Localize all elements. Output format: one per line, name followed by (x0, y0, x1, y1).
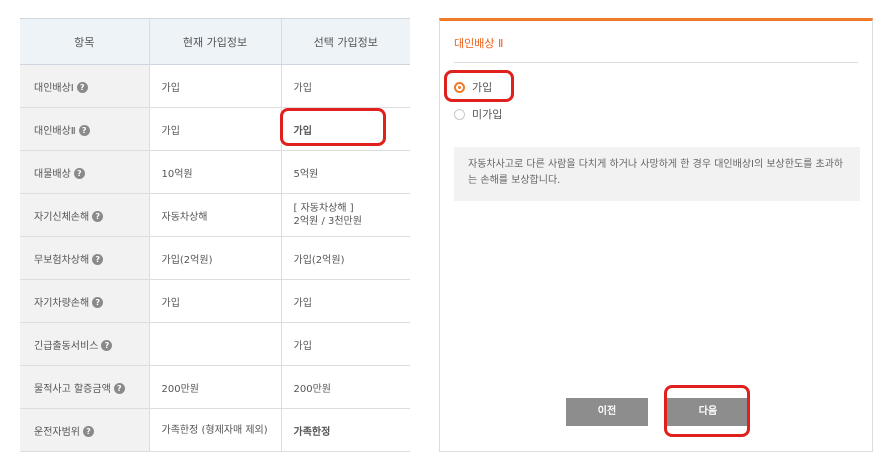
table-row: 물적사고 할증금액? 200만원 200만원 (20, 365, 410, 409)
header-item: 항목 (20, 18, 150, 65)
row-label-cell: 자기신체손해? (20, 193, 150, 237)
help-icon[interactable]: ? (73, 168, 85, 179)
help-icon[interactable]: ? (113, 383, 125, 394)
selected-value: [ 자동차상해 ] 2억원 / 3천만원 (281, 193, 410, 237)
selected-value: 가입 (281, 322, 410, 366)
row-label-cell: 대인배상Ⅰ? (20, 64, 150, 108)
help-icon[interactable]: ? (92, 254, 104, 265)
highlight-box (664, 385, 750, 437)
row-label: 대인배상Ⅱ (34, 125, 76, 137)
table-row: 무보험차상해? 가입(2억원) 가입(2억원) (20, 236, 410, 280)
current-value: 200만원 (149, 365, 282, 409)
current-value: 가입 (149, 107, 282, 151)
row-label: 긴급출동서비스 (34, 340, 99, 352)
table-row: 대물배상? 10억원 5억원 (20, 150, 410, 194)
selected-value: 가입 (281, 64, 410, 108)
table-row: 대인배상Ⅰ? 가입 가입 (20, 64, 410, 108)
header-selected: 선택 가입정보 (281, 18, 410, 65)
row-label: 자기차량손해 (34, 297, 90, 309)
table-row: 운전자범위? 가족한정 (형제자매 제외) 가족한정 (20, 408, 410, 452)
help-icon[interactable]: ? (92, 211, 104, 222)
row-label-cell: 자기차량손해? (20, 279, 150, 323)
header-current: 현재 가입정보 (149, 18, 282, 65)
row-label-cell: 대인배상Ⅱ? (20, 107, 150, 151)
current-value: 가입(2억원) (149, 236, 282, 280)
highlight-box (444, 70, 514, 102)
current-value: 10억원 (149, 150, 282, 194)
selected-value: 가입 (281, 279, 410, 323)
row-label: 자기신체손해 (34, 211, 90, 223)
radio-option-not-join[interactable]: 미가입 (454, 106, 502, 122)
current-value: 가입 (149, 64, 282, 108)
current-value: 가족한정 (형제자매 제외) (149, 408, 282, 452)
table-header-row: 항목 현재 가입정보 선택 가입정보 (20, 18, 410, 65)
selected-value: 200만원 (281, 365, 410, 409)
selected-value: 가입(2억원) (281, 236, 410, 280)
help-icon[interactable]: ? (76, 82, 88, 93)
highlight-box (280, 108, 386, 146)
selected-value: 5억원 (281, 150, 410, 194)
coverage-description: 자동차사고로 다른 사람을 다치게 하거나 사망하게 한 경우 대인배상Ⅰ의 보… (454, 147, 860, 201)
panel-title: 대인배상 Ⅱ (454, 37, 504, 50)
help-icon[interactable]: ? (92, 297, 104, 308)
row-label: 대물배상 (34, 168, 71, 180)
row-label: 무보험차상해 (34, 254, 90, 266)
current-value (149, 322, 282, 366)
row-label: 물적사고 할증금액 (34, 383, 111, 395)
table-row: 긴급출동서비스? 가입 (20, 322, 410, 366)
row-label-cell: 긴급출동서비스? (20, 322, 150, 366)
row-label: 운전자범위 (34, 426, 80, 438)
row-label-cell: 무보험차상해? (20, 236, 150, 280)
radio-unselected-icon[interactable] (454, 108, 465, 120)
current-value: 자동차상해 (149, 193, 282, 237)
row-label-cell: 운전자범위? (20, 408, 150, 452)
help-icon[interactable]: ? (101, 340, 113, 351)
selected-value: 가족한정 (281, 408, 410, 452)
radio-label: 미가입 (472, 108, 503, 121)
coverage-comparison-table: 항목 현재 가입정보 선택 가입정보 대인배상Ⅰ? 가입 가입 대인배상Ⅱ? 가… (20, 18, 410, 452)
help-icon[interactable]: ? (83, 426, 94, 437)
panel-divider (454, 62, 858, 63)
help-icon[interactable]: ? (78, 125, 90, 136)
row-label-cell: 물적사고 할증금액? (20, 365, 150, 409)
table-row: 자기신체손해? 자동차상해 [ 자동차상해 ] 2억원 / 3천만원 (20, 193, 410, 237)
prev-button[interactable]: 이전 (566, 398, 648, 426)
row-label-cell: 대물배상? (20, 150, 150, 194)
current-value: 가입 (149, 279, 282, 323)
row-label: 대인배상Ⅰ (34, 82, 74, 94)
table-row: 자기차량손해? 가입 가입 (20, 279, 410, 323)
